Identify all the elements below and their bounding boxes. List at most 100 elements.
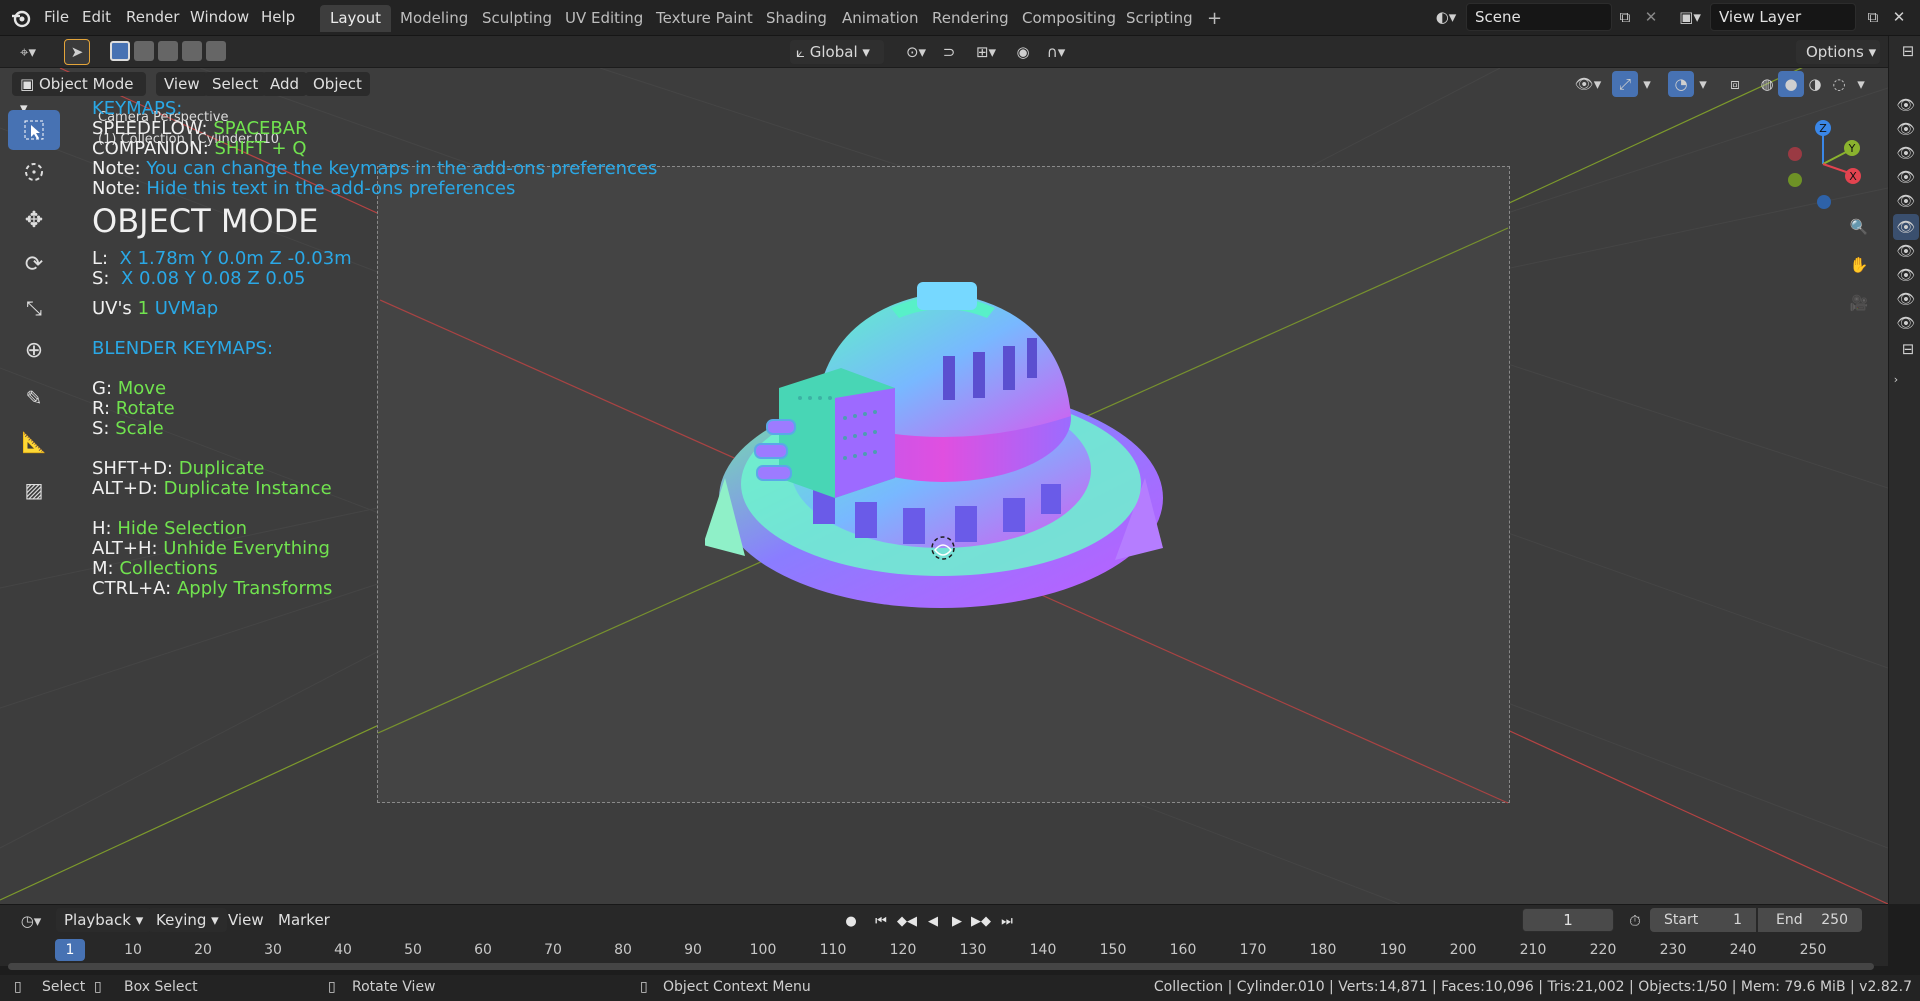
shading-dropdown-icon[interactable]: ▾ [1852,71,1870,97]
tool-transform[interactable]: ⊕ [8,330,60,370]
select-extend-icon[interactable] [134,41,154,61]
timeline-scrollbar[interactable] [8,963,1874,970]
proportional-edit-icon[interactable]: ◉ [1010,39,1036,65]
visibility-toggle-icon[interactable]: 👁▾ [1568,71,1608,97]
gizmo-neg-z[interactable] [1817,195,1831,209]
tool-select-box[interactable] [8,110,60,150]
outliner-visibility-icon[interactable]: 👁 [1893,92,1919,118]
pivot-point-icon[interactable]: ⊙▾ [896,39,936,65]
outliner-visibility-icon[interactable]: 👁 [1893,164,1919,190]
menu-edit[interactable]: Edit [82,8,111,26]
tab-rendering[interactable]: Rendering [922,5,1019,32]
gizmo-dropdown-icon[interactable]: ▾ [1638,71,1656,97]
tab-uv-editing[interactable]: UV Editing [555,5,653,32]
select-intersect-icon[interactable] [206,41,226,61]
overlay-dropdown-icon[interactable]: ▾ [1694,71,1712,97]
menu-playback[interactable]: Playback ▾ [56,908,152,932]
mode-dropdown[interactable]: ▣ Object Mode ▾ [12,72,146,117]
add-workspace-button[interactable]: + [1197,5,1232,32]
play-icon[interactable]: ▶ [946,910,968,932]
shading-wireframe-icon[interactable]: ◍ [1754,71,1780,97]
tab-sculpting[interactable]: Sculpting [472,5,562,32]
xray-toggle-icon[interactable]: ⧈ [1722,71,1748,97]
snap-toggle-icon[interactable]: ⊃ [936,39,962,65]
blender-logo-icon[interactable] [10,7,32,29]
outliner-visibility-icon[interactable]: 👁 [1893,238,1919,264]
chevron-right-icon[interactable]: › [1889,366,1903,392]
tab-compositing[interactable]: Compositing [1012,5,1126,32]
gizmo-neg-x[interactable] [1788,147,1802,161]
outliner-visibility-icon[interactable]: 👁 [1893,116,1919,142]
tool-annotate[interactable]: ✎ [8,378,60,418]
select-tool-icon[interactable]: ➤ [64,39,90,65]
tool-scale[interactable]: ⤡ [8,288,60,328]
gizmo-neg-y[interactable] [1788,173,1802,187]
menu-timeline-view[interactable]: View [220,908,272,932]
scene-name-field[interactable]: Scene [1466,3,1612,31]
shading-material-icon[interactable]: ◑ [1802,71,1828,97]
outliner-visibility-icon[interactable]: 👁 [1893,310,1919,336]
start-frame-field[interactable]: Start 1 [1650,908,1756,932]
menu-render[interactable]: Render [126,8,179,26]
new-scene-icon[interactable]: ⧉ [1612,4,1638,30]
jump-end-icon[interactable]: ⏭ [996,910,1018,932]
tool-add-cube[interactable]: ▨ [8,470,60,510]
falloff-icon[interactable]: ∩▾ [1036,39,1076,65]
outliner-visibility-icon[interactable]: 👁 [1893,262,1919,288]
overlay-toggle-icon[interactable]: ◔ [1668,71,1694,97]
use-preview-range-icon[interactable]: ⏱ [1622,908,1648,934]
current-frame-field[interactable]: 1 [1522,908,1614,932]
tool-cursor[interactable] [8,152,60,192]
next-keyframe-icon[interactable]: ▶◆ [970,910,992,932]
prev-keyframe-icon[interactable]: ◆◀ [896,910,918,932]
menu-marker[interactable]: Marker [270,908,338,932]
snap-target-icon[interactable]: ⊞▾ [966,39,1006,65]
menu-file[interactable]: File [44,8,69,26]
menu-help[interactable]: Help [261,8,295,26]
select-subtract-icon[interactable] [158,41,178,61]
outliner-visibility-icon[interactable]: 👁 [1893,214,1919,240]
view-layer-selector-icon[interactable]: ▣▾ [1672,4,1708,30]
end-frame-field[interactable]: End 250 [1758,908,1862,932]
tab-layout[interactable]: Layout [320,5,391,32]
delete-scene-icon[interactable]: ✕ [1638,4,1664,30]
shading-rendered-icon[interactable]: ◌ [1826,71,1852,97]
tool-measure[interactable]: 📐 [8,422,60,462]
timeline-editor-type-icon[interactable]: ◷▾ [12,908,50,934]
menu-window[interactable]: Window [190,8,249,26]
select-new-icon[interactable] [110,41,130,61]
menu-keying[interactable]: Keying ▾ [148,908,227,932]
outliner-visibility-icon[interactable]: 👁 [1893,140,1919,166]
toggle-sidebar-icon[interactable]: ⊟ [1895,38,1920,64]
record-icon[interactable]: ● [840,910,862,932]
outliner-visibility-icon[interactable]: 👁 [1893,286,1919,312]
properties-tab-icon[interactable]: ⊟ [1895,336,1920,362]
gizmo-toggle-icon[interactable]: ⤢ [1612,71,1638,97]
options-dropdown[interactable]: Options ▾ [1796,40,1880,64]
menu-view[interactable]: View [156,72,208,96]
tool-move[interactable]: ✥ [8,200,60,240]
scene-selector-icon[interactable]: ◐▾ [1428,4,1464,30]
tab-shading[interactable]: Shading [756,5,837,32]
camera-view-icon[interactable]: 🎥 [1846,290,1872,316]
delete-view-layer-icon[interactable]: ✕ [1886,4,1912,30]
tab-scripting[interactable]: Scripting [1116,5,1203,32]
3d-viewport[interactable]: Camera Perspective (1) Collection | Cyli… [0,68,1888,904]
tool-rotate[interactable]: ⟳ [8,244,60,284]
view-layer-field[interactable]: View Layer [1710,3,1856,31]
navigation-gizmo[interactable]: Z Y X [1778,114,1868,214]
new-view-layer-icon[interactable]: ⧉ [1860,4,1886,30]
menu-add[interactable]: Add [262,72,308,96]
zoom-icon[interactable]: 🔍 [1846,214,1872,240]
menu-select[interactable]: Select [204,72,267,96]
timeline-current-frame-marker[interactable]: 1 [55,939,85,961]
tab-modeling[interactable]: Modeling [390,5,478,32]
select-invert-icon[interactable] [182,41,202,61]
turret-model-object[interactable] [705,248,1165,648]
tab-animation[interactable]: Animation [832,5,928,32]
menu-object[interactable]: Object [305,72,370,96]
editor-type-icon[interactable]: ⌖▾ [8,39,48,65]
tab-texture-paint[interactable]: Texture Paint [646,5,763,32]
pan-hand-icon[interactable]: ✋ [1846,252,1872,278]
jump-start-icon[interactable]: ⏮ [870,910,892,932]
